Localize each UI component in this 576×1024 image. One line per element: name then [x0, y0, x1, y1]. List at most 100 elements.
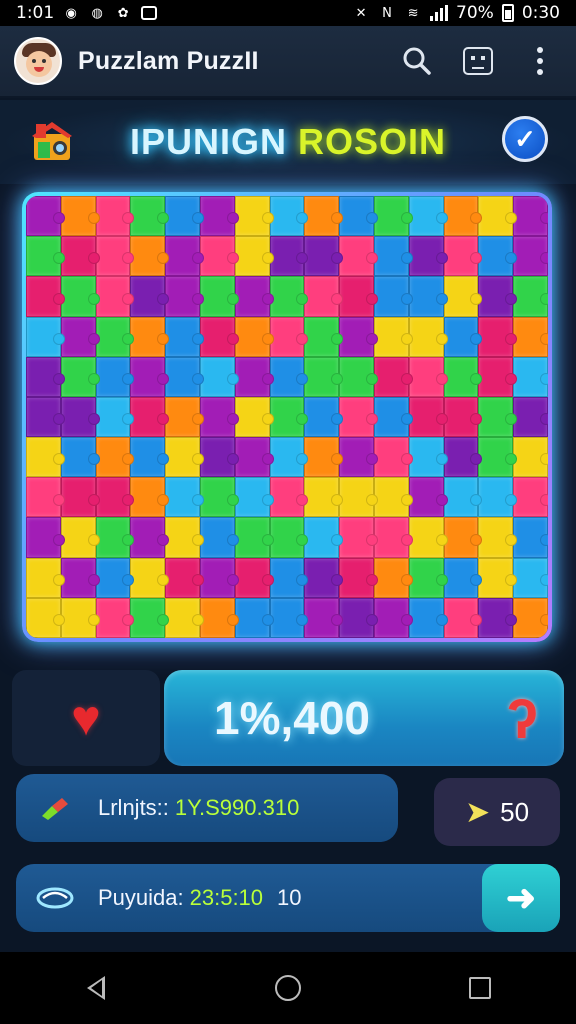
puzzle-piece[interactable]: [234, 477, 274, 518]
puzzle-piece[interactable]: [408, 236, 448, 277]
puzzle-piece[interactable]: [304, 477, 343, 518]
puzzle-piece[interactable]: [304, 437, 343, 478]
puzzle-piece[interactable]: [443, 597, 483, 638]
puzzle-piece[interactable]: [130, 517, 169, 558]
puzzle-piece[interactable]: [269, 236, 309, 277]
search-button[interactable]: [394, 39, 438, 83]
puzzle-piece[interactable]: [95, 236, 135, 277]
puzzle-piece[interactable]: [373, 196, 413, 237]
puzzle-piece[interactable]: [234, 276, 274, 317]
puzzle-piece[interactable]: [339, 517, 378, 558]
puzzle-piece[interactable]: [373, 276, 413, 317]
puzzle-piece[interactable]: [95, 356, 135, 397]
puzzle-piece[interactable]: [408, 276, 448, 317]
puzzle-piece[interactable]: [373, 236, 413, 277]
puzzle-piece[interactable]: [199, 597, 239, 638]
puzzle-piece[interactable]: [478, 557, 517, 598]
puzzle-piece[interactable]: [339, 356, 378, 397]
puzzle-piece[interactable]: [165, 316, 204, 357]
puzzle-piece[interactable]: [95, 396, 135, 438]
puzzle-piece[interactable]: [60, 276, 100, 317]
puzzle-piece[interactable]: [513, 557, 548, 598]
puzzle-piece[interactable]: [165, 437, 204, 478]
puzzle-piece[interactable]: [513, 236, 548, 277]
puzzle-piece[interactable]: [269, 517, 309, 558]
puzzle-piece[interactable]: [95, 316, 135, 357]
puzzle-piece[interactable]: [443, 236, 483, 277]
puzzle-piece[interactable]: [130, 437, 169, 478]
puzzle-piece[interactable]: [339, 276, 378, 317]
puzzle-piece[interactable]: [513, 477, 548, 518]
puzzle-piece[interactable]: [165, 396, 204, 438]
puzzle-piece[interactable]: [130, 477, 169, 518]
avatar[interactable]: [14, 37, 62, 85]
puzzle-piece[interactable]: [165, 597, 204, 638]
puzzle-piece[interactable]: [373, 477, 413, 518]
puzzle-piece[interactable]: [478, 517, 517, 558]
puzzle-piece[interactable]: [60, 396, 100, 438]
puzzle-piece[interactable]: [269, 276, 309, 317]
puzzle-piece[interactable]: [304, 356, 343, 397]
puzzle-piece[interactable]: [234, 396, 274, 438]
puzzle-piece[interactable]: [408, 437, 448, 478]
puzzle-piece[interactable]: [234, 517, 274, 558]
puzzle-piece[interactable]: [478, 477, 517, 518]
puzzle-piece[interactable]: [26, 477, 65, 518]
puzzle-piece[interactable]: [304, 276, 343, 317]
puzzle-piece[interactable]: [26, 517, 65, 558]
puzzle-piece[interactable]: [373, 597, 413, 638]
puzzle-piece[interactable]: [443, 396, 483, 438]
puzzle-piece[interactable]: [234, 356, 274, 397]
bonus-box[interactable]: ➤ 50: [434, 778, 560, 846]
puzzle-piece[interactable]: [60, 477, 100, 518]
nav-home-button[interactable]: [258, 958, 318, 1018]
puzzle-piece[interactable]: [199, 356, 239, 397]
puzzle-piece[interactable]: [408, 196, 448, 237]
puzzle-piece[interactable]: [339, 437, 378, 478]
nav-back-button[interactable]: [66, 958, 126, 1018]
puzzle-piece[interactable]: [26, 557, 65, 598]
house-icon[interactable]: [28, 116, 76, 164]
puzzle-piece[interactable]: [165, 517, 204, 558]
puzzle-piece[interactable]: [339, 236, 378, 277]
puzzle-piece[interactable]: [269, 557, 309, 598]
puzzle-piece[interactable]: [408, 517, 448, 558]
puzzle-piece[interactable]: [478, 396, 517, 438]
puzzle-piece[interactable]: [443, 557, 483, 598]
puzzle-piece[interactable]: [304, 396, 343, 438]
lives-box[interactable]: ♥: [12, 670, 160, 766]
go-button[interactable]: ➜: [482, 864, 560, 932]
puzzle-piece[interactable]: [269, 437, 309, 478]
puzzle-piece[interactable]: [234, 597, 274, 638]
puzzle-piece[interactable]: [199, 477, 239, 518]
puzzle-piece[interactable]: [443, 437, 483, 478]
puzzle-piece[interactable]: [130, 396, 169, 438]
puzzle-piece[interactable]: [199, 316, 239, 357]
puzzle-piece[interactable]: [199, 396, 239, 438]
puzzle-piece[interactable]: [165, 477, 204, 518]
puzzle-piece[interactable]: [478, 356, 517, 397]
puzzle-piece[interactable]: [26, 236, 65, 277]
puzzle-piece[interactable]: [269, 597, 309, 638]
puzzle-piece[interactable]: [165, 276, 204, 317]
puzzle-piece[interactable]: [199, 276, 239, 317]
puzzle-piece[interactable]: [408, 356, 448, 397]
puzzle-piece[interactable]: [199, 196, 239, 237]
puzzle-piece[interactable]: [60, 236, 100, 277]
puzzle-piece[interactable]: [408, 597, 448, 638]
puzzle-piece[interactable]: [60, 517, 100, 558]
puzzle-piece[interactable]: [408, 316, 448, 357]
puzzle-piece[interactable]: [165, 196, 204, 237]
puzzle-piece[interactable]: [60, 316, 100, 357]
puzzle-piece[interactable]: [304, 196, 343, 237]
puzzle-piece[interactable]: [60, 557, 100, 598]
puzzle-piece[interactable]: [130, 356, 169, 397]
puzzle-piece[interactable]: [199, 236, 239, 277]
puzzle-piece[interactable]: [443, 477, 483, 518]
puzzle-piece[interactable]: [26, 396, 65, 438]
puzzle-piece[interactable]: [95, 196, 135, 237]
puzzle-piece[interactable]: [513, 396, 548, 438]
puzzle-piece[interactable]: [304, 316, 343, 357]
hint-hook-icon[interactable]: ʔ: [507, 686, 538, 751]
puzzle-piece[interactable]: [373, 316, 413, 357]
